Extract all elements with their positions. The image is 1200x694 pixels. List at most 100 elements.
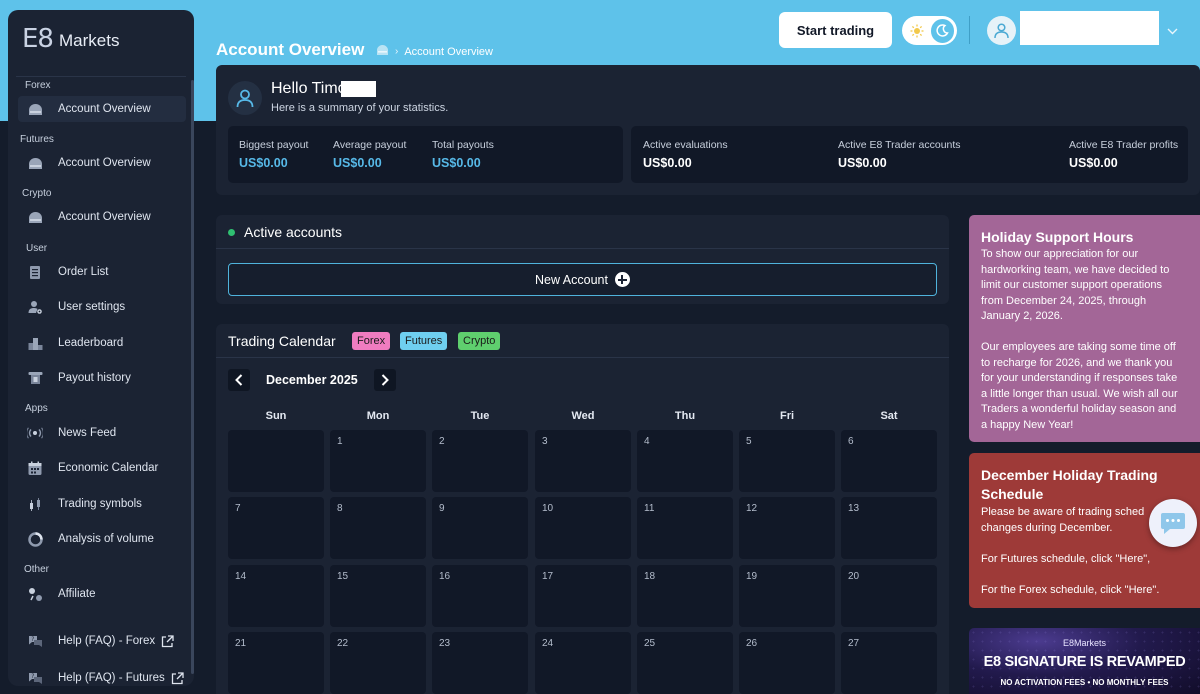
- theme-toggle[interactable]: [902, 16, 957, 45]
- sidebar-item-news-feed[interactable]: News Feed: [18, 420, 186, 446]
- day-number: 27: [848, 638, 860, 649]
- day-number: 25: [644, 638, 656, 649]
- calendar-day[interactable]: 11: [637, 497, 733, 559]
- sidebar-item-forex-account-overview[interactable]: Account Overview: [18, 96, 186, 122]
- promo-banner[interactable]: E8Markets E8 SIGNATURE IS REVAMPED NO AC…: [969, 628, 1200, 694]
- sidebar-item-label: Account Overview: [58, 103, 151, 115]
- sidebar-item-affiliate[interactable]: Affiliate: [18, 581, 186, 607]
- calendar-day[interactable]: 5: [739, 430, 835, 492]
- calendar-day[interactable]: 16: [432, 565, 528, 627]
- stat-value: US$0.00: [239, 156, 288, 170]
- sidebar-scrollbar[interactable]: [191, 80, 194, 674]
- breadcrumb-separator-icon: ›: [395, 46, 399, 57]
- calendar-day[interactable]: 24: [535, 632, 631, 694]
- sidebar-item-economic-calendar[interactable]: Economic Calendar: [18, 455, 186, 481]
- day-number: 13: [848, 503, 860, 514]
- section-apps: Apps: [25, 403, 48, 414]
- day-number: 6: [848, 436, 854, 447]
- calendar-day[interactable]: 6: [841, 430, 937, 492]
- day-number: 7: [235, 503, 241, 514]
- page-title: Account Overview: [216, 40, 365, 59]
- sidebar-item-user-settings[interactable]: User settings: [18, 294, 186, 320]
- weekday-header: Sun: [265, 410, 287, 422]
- sidebar-item-futures-account-overview[interactable]: Account Overview: [18, 150, 186, 176]
- sun-icon[interactable]: [905, 19, 929, 43]
- calendar-day[interactable]: 13: [841, 497, 937, 559]
- calendar-day[interactable]: 18: [637, 565, 733, 627]
- calendar-day[interactable]: 23: [432, 632, 528, 694]
- calendar-day[interactable]: 22: [330, 632, 426, 694]
- tag-futures[interactable]: Futures: [400, 332, 448, 350]
- user-avatar[interactable]: [987, 16, 1016, 45]
- stat-value: US$0.00: [1069, 156, 1118, 170]
- sidebar-item-label: Affiliate: [58, 588, 96, 600]
- next-month-button[interactable]: [374, 369, 396, 391]
- calendar-day[interactable]: 27: [841, 632, 937, 694]
- sidebar-item-help-futures[interactable]: ? Help (FAQ) - Futures: [18, 665, 186, 686]
- divider: [216, 357, 949, 358]
- stat-label: Active E8 Trader profits: [1069, 139, 1179, 151]
- new-account-button[interactable]: New Account: [228, 263, 937, 296]
- breadcrumb-current[interactable]: Account Overview: [404, 46, 493, 58]
- sidebar-item-payout-history[interactable]: Payout history: [18, 365, 186, 391]
- calendar-day[interactable]: 7: [228, 497, 324, 559]
- calendar-day[interactable]: 21: [228, 632, 324, 694]
- sidebar-item-order-list[interactable]: Order List: [18, 259, 186, 285]
- banner-headline: E8 SIGNATURE IS REVAMPED: [983, 654, 1186, 670]
- day-number: 20: [848, 571, 860, 582]
- pie-chart-icon: [27, 531, 43, 547]
- payout-icon: [27, 370, 43, 386]
- tag-forex[interactable]: Forex: [352, 332, 391, 350]
- home-icon[interactable]: [376, 44, 389, 59]
- calendar-day[interactable]: 4: [637, 430, 733, 492]
- calendar-day[interactable]: 17: [535, 565, 631, 627]
- chat-button[interactable]: [1149, 499, 1197, 547]
- svg-text:?: ?: [31, 673, 34, 680]
- calendar-day[interactable]: 8: [330, 497, 426, 559]
- calendar-day[interactable]: 20: [841, 565, 937, 627]
- banner-features: NO ACTIVATION FEES • NO MONTHLY FEES: [1000, 678, 1169, 687]
- external-link-icon: [171, 671, 184, 685]
- calendar-day[interactable]: 12: [739, 497, 835, 559]
- calendar-day[interactable]: 9: [432, 497, 528, 559]
- moon-icon[interactable]: [930, 18, 954, 43]
- user-settings-icon: [27, 299, 43, 315]
- day-number: 26: [746, 638, 758, 649]
- sidebar-item-crypto-account-overview[interactable]: Account Overview: [18, 204, 186, 230]
- logo[interactable]: E8 Markets: [22, 24, 119, 54]
- chat-icon: [1161, 513, 1185, 534]
- calendar-day[interactable]: 3: [535, 430, 631, 492]
- calendar-day[interactable]: 14: [228, 565, 324, 627]
- active-accounts-title: Active accounts: [244, 224, 343, 240]
- user-name-redacted[interactable]: [1020, 11, 1159, 45]
- previous-month-button[interactable]: [228, 369, 250, 391]
- plus-circle-icon: [614, 272, 630, 287]
- sidebar-item-leaderboard[interactable]: Leaderboard: [18, 330, 186, 356]
- chevron-down-icon[interactable]: [1167, 22, 1178, 40]
- calendar-day[interactable]: 1: [330, 430, 426, 492]
- tag-crypto[interactable]: Crypto: [458, 332, 501, 350]
- calendar-day[interactable]: 10: [535, 497, 631, 559]
- stat-value: US$0.00: [643, 156, 692, 170]
- calendar-day[interactable]: 19: [739, 565, 835, 627]
- calendar-day[interactable]: 26: [739, 632, 835, 694]
- calendar-month: December 2025: [266, 373, 358, 387]
- calendar-day[interactable]: 15: [330, 565, 426, 627]
- day-number: 11: [644, 503, 655, 514]
- sidebar-item-trading-symbols[interactable]: Trading symbols: [18, 491, 186, 517]
- day-number: 17: [542, 571, 554, 582]
- day-number: 12: [746, 503, 758, 514]
- day-number: 8: [337, 503, 343, 514]
- sidebar-item-analysis-of-volume[interactable]: Analysis of volume: [18, 526, 186, 552]
- day-number: 16: [439, 571, 451, 582]
- stat-active-trader-accounts: Active E8 Trader accounts US$0.00: [838, 139, 961, 170]
- calendar-day[interactable]: 25: [637, 632, 733, 694]
- calendar-day[interactable]: 2: [432, 430, 528, 492]
- stat-label: Active evaluations: [643, 139, 728, 151]
- day-number: 14: [235, 571, 247, 582]
- sidebar-item-help-forex[interactable]: ? Help (FAQ) - Forex: [18, 628, 186, 654]
- calendar-day[interactable]: [228, 430, 324, 492]
- stat-value: US$0.00: [838, 156, 887, 170]
- chevron-right-icon: [381, 374, 389, 386]
- start-trading-button[interactable]: Start trading: [779, 12, 892, 48]
